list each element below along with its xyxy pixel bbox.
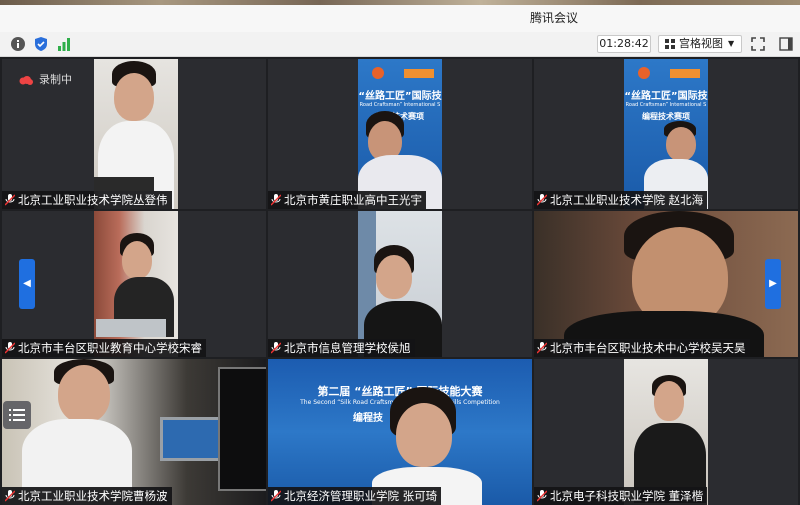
video-tile[interactable]: “丝路工匠”国际技 Road Craftsman” International …	[268, 59, 532, 209]
video-tile[interactable]: 录制中 北京工业职业技术学院丛登伟	[2, 59, 266, 209]
meeting-timer: 01:28:42	[597, 35, 651, 53]
video-tile[interactable]: 北京市丰台区职业教育中心学校宋睿	[2, 211, 266, 357]
participant-video	[94, 211, 178, 357]
next-page-button[interactable]: ▶	[765, 259, 781, 309]
participant-video: “丝路工匠”国际技 Road Craftsman” International …	[624, 59, 708, 209]
poster-title: “丝路工匠”国际技	[358, 91, 442, 102]
poster-title: “丝路工匠”国际技	[624, 91, 708, 102]
participant-video	[534, 211, 798, 357]
recording-indicator: 录制中	[19, 71, 72, 87]
participant-video: “丝路工匠”国际技 Road Craftsman” International …	[358, 59, 442, 209]
view-mode-button[interactable]: 宫格视图 ▼	[658, 35, 742, 53]
video-tile[interactable]: 北京市丰台区职业技术中心学校吴天昊	[534, 211, 798, 357]
cloud-record-icon	[19, 75, 33, 85]
list-icon	[9, 409, 25, 421]
mic-muted-icon	[271, 490, 281, 502]
recording-label: 录制中	[39, 73, 72, 86]
grid-icon	[665, 39, 675, 49]
participant-video	[2, 359, 266, 505]
participant-name: 北京工业职业技术学院丛登伟	[2, 191, 172, 209]
poster-event: 编程技术赛项	[642, 112, 690, 121]
member-list-button[interactable]	[3, 401, 31, 429]
video-tile[interactable]: 北京工业职业技术学院曹杨波	[2, 359, 266, 505]
participant-name: 北京市黄庄职业高中王光宇	[268, 191, 426, 209]
participant-video	[94, 59, 178, 209]
mic-muted-icon	[271, 194, 281, 206]
mic-muted-icon	[5, 194, 15, 206]
fullscreen-icon[interactable]	[750, 36, 766, 52]
video-grid: 录制中 北京工业职业技术学院丛登伟 “丝路工匠”国际技 Road Craftsm…	[0, 57, 800, 505]
meeting-toolbar: 01:28:42 宫格视图 ▼	[0, 32, 800, 57]
shield-icon[interactable]	[33, 36, 49, 52]
previous-page-button[interactable]: ◀	[19, 259, 35, 309]
chevron-right-icon: ▶	[769, 278, 777, 289]
poster-subtitle: Road Craftsman” International S	[359, 102, 441, 108]
participant-name: 北京市丰台区职业技术中心学校吴天昊	[534, 339, 750, 357]
participant-name: 北京工业职业技术学院曹杨波	[2, 487, 172, 505]
info-icon[interactable]	[10, 36, 26, 52]
participant-video: 第二届 “丝路工匠” 国际技能大赛 The Second “Silk Road …	[268, 359, 532, 505]
video-tile[interactable]: 北京电子科技职业学院 董泽楷	[534, 359, 798, 505]
mic-muted-icon	[537, 342, 547, 354]
participant-video	[358, 211, 442, 357]
signal-icon[interactable]	[56, 36, 72, 52]
chevron-left-icon: ◀	[23, 278, 31, 289]
view-mode-label: 宫格视图	[679, 37, 723, 50]
video-tile[interactable]: “丝路工匠”国际技 Road Craftsman” International …	[534, 59, 798, 209]
window-title: 腾讯会议	[529, 11, 578, 25]
chevron-down-icon: ▼	[728, 39, 735, 48]
mic-muted-icon	[5, 490, 15, 502]
video-tile[interactable]: 第二届 “丝路工匠” 国际技能大赛 The Second “Silk Road …	[268, 359, 532, 505]
participant-video	[624, 359, 708, 505]
participant-name: 北京电子科技职业学院 董泽楷	[534, 487, 708, 505]
participant-name: 北京市信息管理学校侯旭	[268, 339, 415, 357]
participant-name: 北京工业职业技术学院 赵北海	[534, 191, 708, 209]
sidebar-toggle-icon[interactable]	[778, 36, 794, 52]
background-strip	[0, 0, 800, 5]
mic-muted-icon	[537, 194, 547, 206]
title-bar: 腾讯会议	[0, 0, 800, 33]
mic-muted-icon	[537, 490, 547, 502]
mic-muted-icon	[5, 342, 15, 354]
participant-name: 北京市丰台区职业教育中心学校宋睿	[2, 339, 206, 357]
participant-name: 北京经济管理职业学院 张可琦	[268, 487, 442, 505]
mic-muted-icon	[271, 342, 281, 354]
video-tile[interactable]: 北京市信息管理学校侯旭	[268, 211, 532, 357]
poster-subtitle: Road Craftsman” International S	[625, 102, 707, 108]
